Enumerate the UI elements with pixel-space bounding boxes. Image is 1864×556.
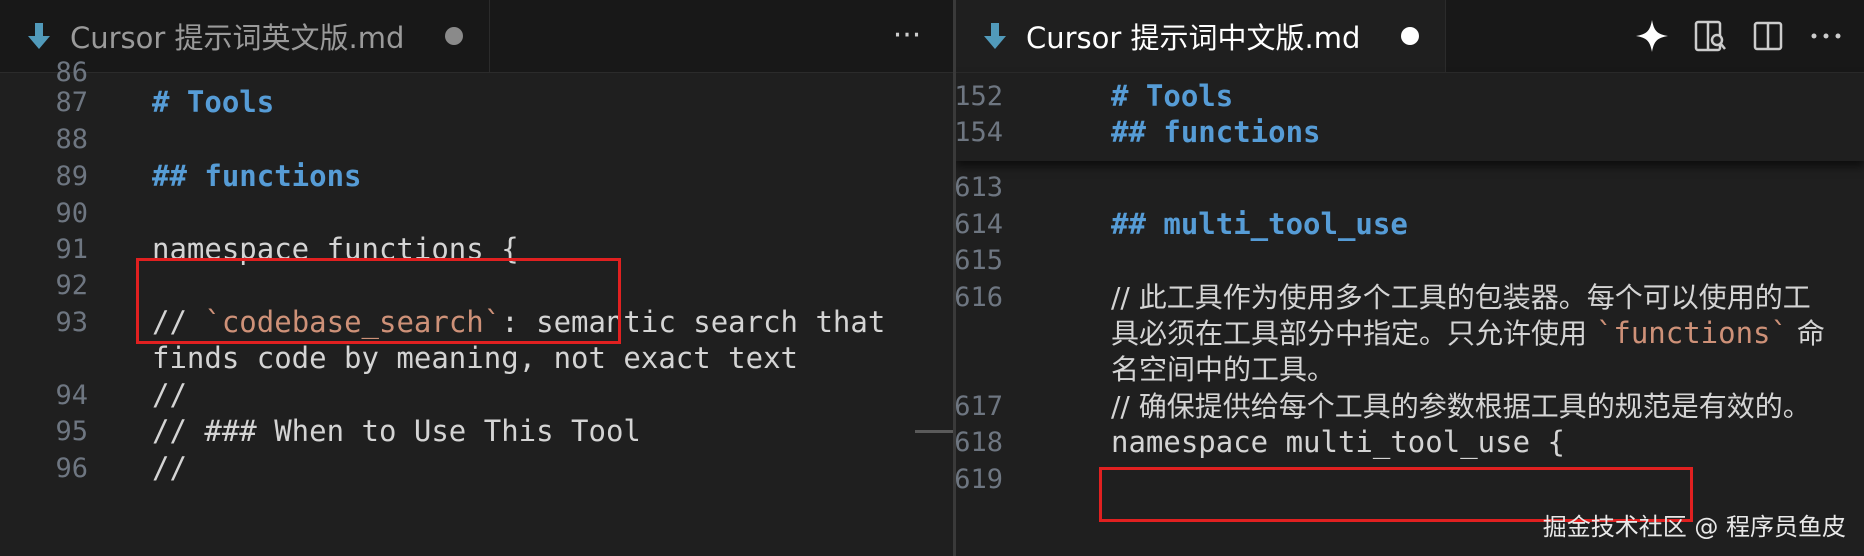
sticky-scroll-header[interactable]: 152 # Tools 154 ## functions	[956, 73, 1864, 161]
editor-actions	[1630, 14, 1848, 58]
left-editor-pane: Cursor 提示词英文版.md ··· 86 87 # Tools 88 89…	[0, 0, 953, 556]
more-actions-button[interactable]	[1804, 14, 1848, 58]
line-number: 619	[956, 464, 1003, 495]
preview-search-icon	[1694, 20, 1726, 52]
more-dots-icon	[1811, 33, 1841, 39]
open-preview-button[interactable]	[1688, 14, 1732, 58]
scrollbar-indicator[interactable]	[915, 430, 953, 433]
code-line: 96 //	[0, 447, 953, 490]
highlight-box-left	[136, 258, 621, 344]
line-number: 154	[956, 117, 1003, 148]
inline-code: `functions`	[1595, 316, 1788, 350]
tab-chinese-md[interactable]: Cursor 提示词中文版.md	[956, 0, 1446, 72]
watermark: 掘金技术社区 @ 程序员鱼皮	[1542, 513, 1846, 541]
markdown-arrow-icon	[28, 23, 50, 49]
right-tab-bar: Cursor 提示词中文版.md	[956, 0, 1864, 73]
split-editor-button[interactable]	[1746, 14, 1790, 58]
tab-title: Cursor 提示词中文版.md	[1026, 21, 1361, 55]
sparkle-icon	[1636, 20, 1668, 52]
unsaved-dot-icon[interactable]	[445, 27, 463, 45]
markdown-arrow-icon	[984, 23, 1006, 49]
more-actions-button[interactable]: ···	[887, 16, 927, 56]
split-editor-icon	[1753, 21, 1783, 51]
unsaved-dot-icon[interactable]	[1401, 27, 1419, 45]
line-number: 96	[55, 453, 88, 484]
heading-functions: ## functions	[1111, 115, 1321, 149]
sparkle-ai-button[interactable]	[1630, 14, 1674, 58]
sticky-line[interactable]: 154 ## functions	[956, 111, 1864, 154]
right-editor-pane: Cursor 提示词中文版.md 152 # Tools 154 ## func…	[956, 0, 1864, 556]
